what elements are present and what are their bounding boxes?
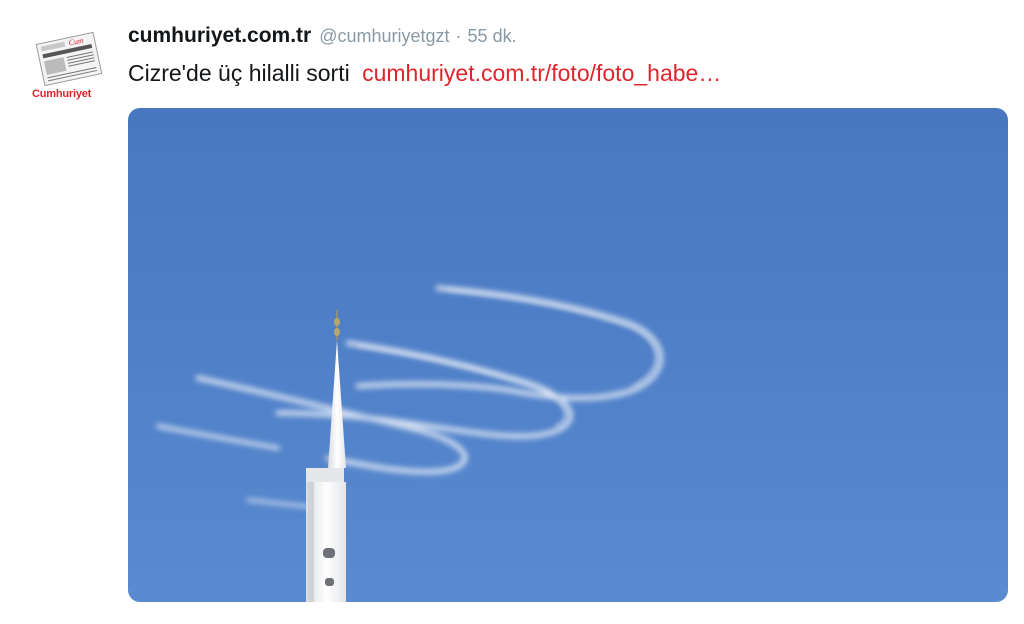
tweet-link[interactable]: cumhuriyet.com.tr/foto/foto_habe… — [362, 60, 721, 86]
avatar-brand-label: Cumhuriyet — [32, 88, 92, 100]
avatar[interactable]: Cum Cumhuriyet — [24, 28, 108, 112]
minaret — [306, 310, 346, 602]
tweet-body: Cizre'de üç hilalli sorti — [128, 60, 350, 86]
separator-dot: · — [455, 26, 462, 46]
timestamp[interactable]: 55 dk. — [468, 26, 517, 47]
photo-minaret-contrails — [156, 285, 663, 602]
tweet-photo[interactable] — [128, 108, 1008, 602]
newspaper-logo-icon: Cum — [35, 32, 103, 86]
tweet: Cum Cumhuriyet cumhuriyet.com.tr @cumhur… — [0, 0, 1024, 624]
user-handle[interactable]: @cumhuriyetgzt — [319, 26, 449, 47]
tweet-text: Cizre'de üç hilalli sorti cumhuriyet.com… — [128, 60, 721, 87]
tweet-header: cumhuriyet.com.tr @cumhuriyetgzt · 55 dk… — [128, 24, 517, 50]
display-name[interactable]: cumhuriyet.com.tr — [128, 24, 311, 48]
